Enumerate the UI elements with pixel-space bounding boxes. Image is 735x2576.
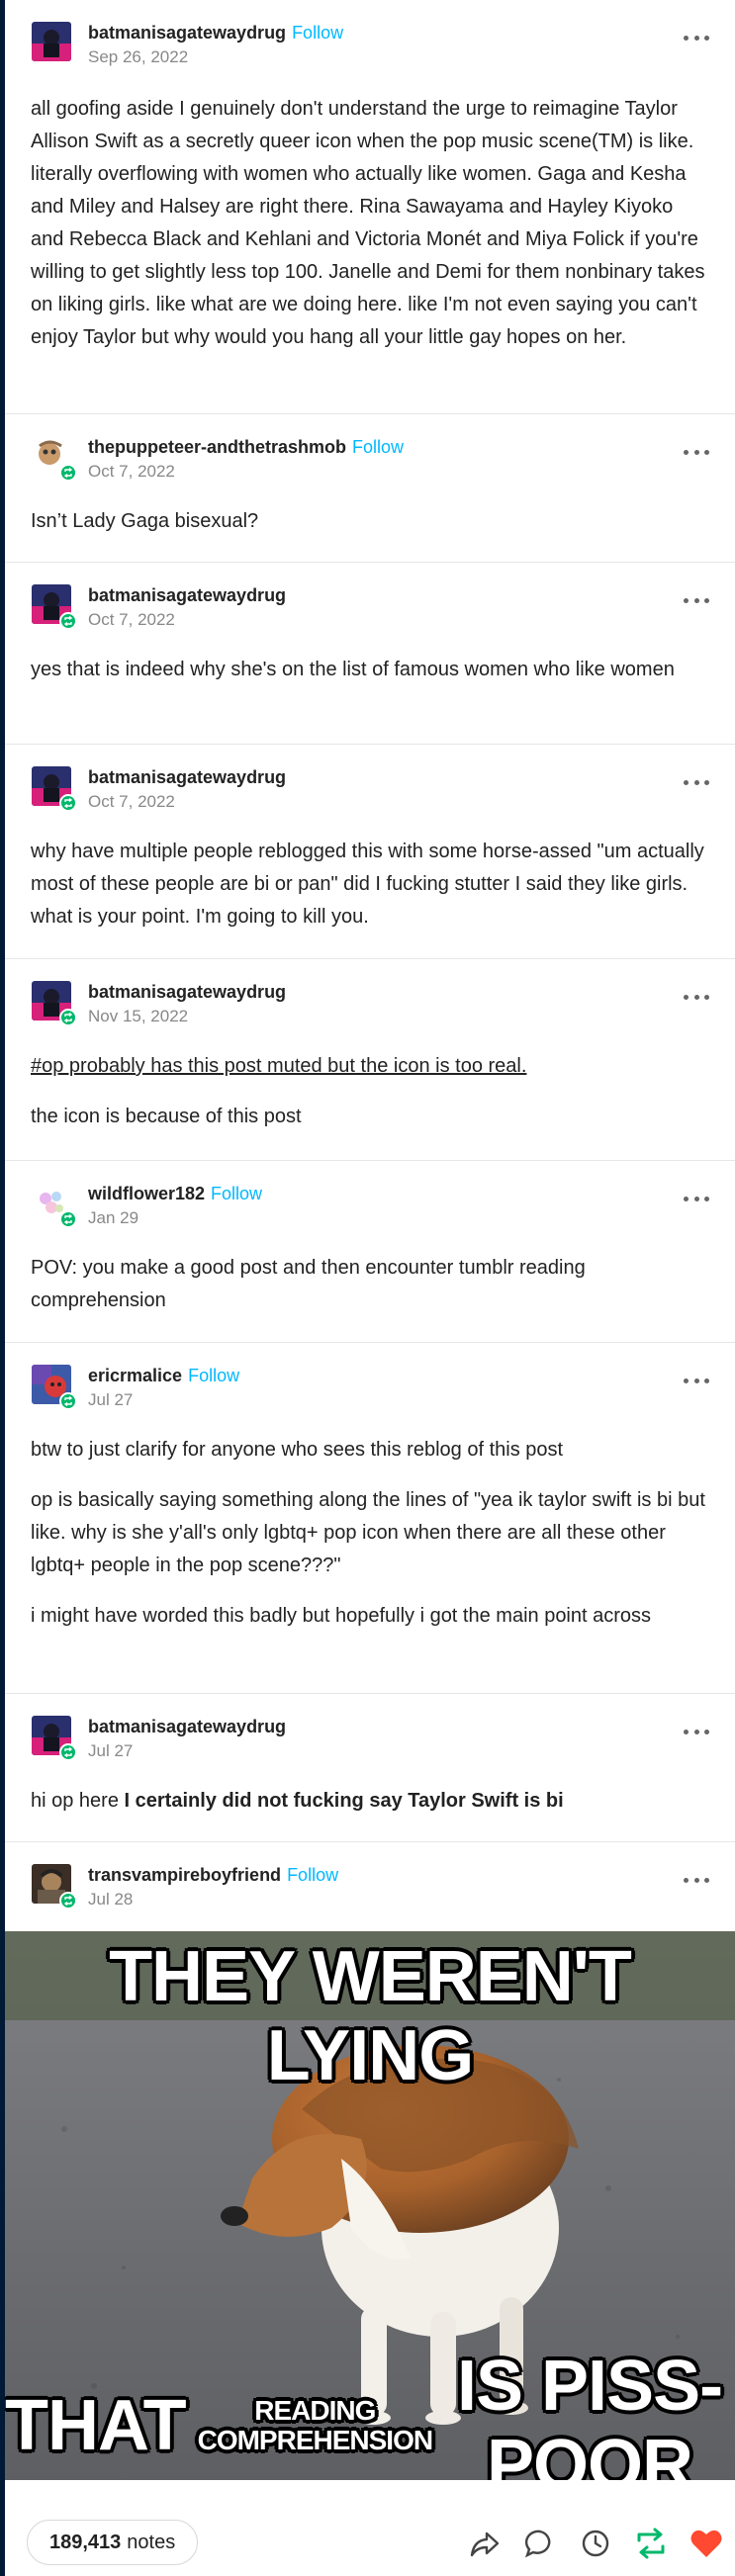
reblog-trail-item: wildflower182 Follow Jan 29 POV: you make… xyxy=(5,1161,735,1343)
username[interactable]: batmanisagatewaydrug xyxy=(88,767,286,788)
meme-small-bottom: COMPREHENSION xyxy=(197,2425,433,2455)
post-date: Jul 28 xyxy=(88,1890,134,1909)
more-options-icon[interactable] xyxy=(684,993,709,1001)
meme-bottom-caption: THAT READING COMPREHENSION IS PISS-POOR xyxy=(5,2347,735,2480)
post-actions xyxy=(468,2526,723,2561)
post-text: op is basically saying something along t… xyxy=(31,1489,705,1576)
post-text: btw to just clarify for anyone who sees … xyxy=(31,1439,564,1461)
follow-button[interactable]: Follow xyxy=(211,1184,262,1203)
more-options-icon[interactable] xyxy=(684,1377,709,1384)
more-options-icon[interactable] xyxy=(684,448,709,456)
reblog-badge-icon xyxy=(59,1743,77,1761)
reblog-badge-icon xyxy=(59,1392,77,1410)
username[interactable]: batmanisagatewaydrug Follow xyxy=(88,23,343,44)
reblog-trail-item: batmanisagatewaydrug Follow Sep 26, 2022 … xyxy=(5,0,735,414)
username[interactable]: batmanisagatewaydrug xyxy=(88,982,286,1003)
more-options-icon[interactable] xyxy=(684,1195,709,1202)
post-date: Jan 29 xyxy=(88,1208,139,1227)
meme-bottom-left: THAT xyxy=(5,2386,187,2465)
notes-label: notes xyxy=(127,2531,176,2553)
reblog-badge-icon xyxy=(59,1009,77,1026)
username[interactable]: transvampireboyfriend Follow xyxy=(88,1865,338,1886)
reblog-badge-icon xyxy=(59,464,77,482)
post-text: hi op here I certainly did not fucking s… xyxy=(31,1790,564,1812)
more-options-icon[interactable] xyxy=(684,778,709,786)
more-options-icon[interactable] xyxy=(684,34,709,42)
follow-button[interactable]: Follow xyxy=(188,1366,239,1385)
like-heart-icon[interactable] xyxy=(689,2527,723,2560)
post-date: Jul 27 xyxy=(88,1741,134,1760)
reblog-trail-item: batmanisagatewaydrug Oct 7, 2022 yes tha… xyxy=(5,563,735,745)
post-text: yes that is indeed why she's on the list… xyxy=(31,659,675,680)
reblog-badge-icon xyxy=(59,1892,77,1910)
post-text: i might have worded this badly but hopef… xyxy=(31,1605,652,1627)
reblog-badge-icon xyxy=(59,794,77,812)
username[interactable]: thepuppeteer-andthetrashmob Follow xyxy=(88,437,404,458)
post-text: all goofing aside I genuinely don't unde… xyxy=(31,98,705,348)
post-date: Oct 7, 2022 xyxy=(88,792,175,811)
post-date: Sep 26, 2022 xyxy=(88,47,189,66)
reblog-trail-item: ericrmalice Follow Jul 27 btw to just cla… xyxy=(5,1343,735,1694)
post-footer: 189,413 notes xyxy=(5,2480,735,2576)
notes-button[interactable]: 189,413 notes xyxy=(27,2520,199,2565)
reblog-badge-icon xyxy=(59,612,77,630)
reply-icon[interactable] xyxy=(523,2527,557,2560)
username[interactable]: batmanisagatewaydrug xyxy=(88,1717,286,1737)
post-text: Isn’t Lady Gaga bisexual? xyxy=(31,510,259,532)
reblog-badge-icon xyxy=(59,1210,77,1228)
meme-top-caption: THEY WEREN'T LYING xyxy=(109,1937,632,2095)
post-text: POV: you make a good post and then encou… xyxy=(31,1257,586,1311)
queue-clock-icon[interactable] xyxy=(579,2527,612,2560)
share-icon[interactable] xyxy=(468,2527,502,2560)
meme-image[interactable]: THEY WEREN'T LYING THAT READING COMPREHE… xyxy=(5,1931,735,2480)
reblog-icon[interactable] xyxy=(634,2527,668,2560)
post-date: Nov 15, 2022 xyxy=(88,1007,189,1025)
username[interactable]: batmanisagatewaydrug xyxy=(88,585,286,606)
post-tag[interactable]: #op probably has this post muted but the… xyxy=(31,1050,709,1083)
post-date: Jul 27 xyxy=(88,1390,134,1409)
follow-button[interactable]: Follow xyxy=(352,437,404,457)
reblog-trail-item: batmanisagatewaydrug Nov 15, 2022 #op pr… xyxy=(5,959,735,1161)
username[interactable]: wildflower182 Follow xyxy=(88,1184,262,1204)
avatar-batmanisagatewaydrug[interactable] xyxy=(32,22,71,61)
follow-button[interactable]: Follow xyxy=(292,23,343,43)
reblog-trail-item: transvampireboyfriend Follow Jul 28 xyxy=(5,1842,735,1931)
more-options-icon[interactable] xyxy=(684,1728,709,1735)
post-text: why have multiple people reblogged this … xyxy=(31,841,704,928)
meme-small-stack: READING COMPREHENSION xyxy=(197,2395,433,2455)
more-options-icon[interactable] xyxy=(684,1876,709,1884)
meme-bottom-right: IS PISS-POOR xyxy=(456,2347,723,2480)
post-card: batmanisagatewaydrug Follow Sep 26, 2022 … xyxy=(5,0,735,2576)
post-date: Oct 7, 2022 xyxy=(88,462,175,481)
reblog-trail-item: thepuppeteer-andthetrashmob Follow Oct 7,… xyxy=(5,414,735,563)
username[interactable]: ericrmalice Follow xyxy=(88,1366,239,1386)
post-date: Oct 7, 2022 xyxy=(88,610,175,629)
follow-button[interactable]: Follow xyxy=(287,1865,338,1885)
notes-count: 189,413 xyxy=(49,2531,122,2553)
reblog-trail-item: batmanisagatewaydrug Oct 7, 2022 why hav… xyxy=(5,745,735,959)
more-options-icon[interactable] xyxy=(684,596,709,604)
meme-small-top: READING xyxy=(254,2395,376,2426)
reblog-trail-item: batmanisagatewaydrug Jul 27 hi op here I… xyxy=(5,1694,735,1842)
post-text: the icon is because of this post xyxy=(31,1106,302,1127)
